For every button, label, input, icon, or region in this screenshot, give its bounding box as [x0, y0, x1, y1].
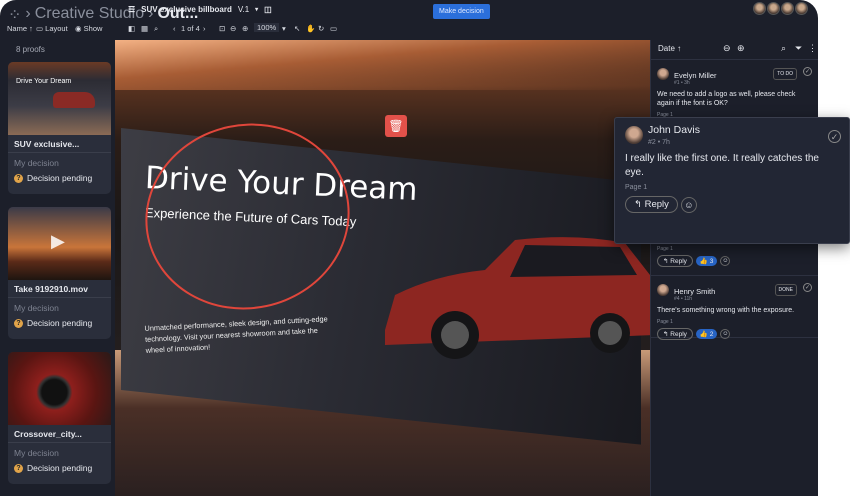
sort-by-date[interactable]: Date ↑ [658, 44, 681, 53]
layout-button[interactable]: ▭ Layout [36, 24, 68, 33]
proof-card[interactable]: Drive Your Dream SUV exclusive... My dec… [8, 62, 111, 194]
avatar [767, 2, 780, 15]
status-badge[interactable]: TO DO [773, 68, 797, 80]
status-badge[interactable]: DONE [775, 284, 797, 296]
more-icon[interactable]: ⋮ [808, 43, 817, 54]
comment-footer: Page 1 ↰ Reply👍 3☺ [651, 242, 818, 276]
comment-page: Page 1 [657, 319, 813, 325]
search-icon[interactable]: ⌕ [154, 24, 158, 34]
avatar [781, 2, 794, 15]
comment-author: Henry Smith [674, 287, 715, 296]
resolve-icon[interactable]: ✓ [803, 283, 812, 292]
avatar [625, 126, 643, 144]
comment-text: We need to add a logo as well, please ch… [657, 90, 813, 108]
proof-card[interactable]: Crossover_city... My decision ?Decision … [8, 352, 111, 484]
my-decision-label: My decision [8, 443, 111, 461]
collaborators[interactable] [753, 2, 808, 15]
rotate-icon[interactable]: ↻ [318, 24, 324, 33]
question-icon: ? [14, 174, 23, 183]
grid-icon[interactable]: ▦ [141, 24, 148, 33]
avatar [657, 284, 669, 296]
proof-name: Take 9192910.mov [8, 280, 111, 298]
emoji-icon[interactable]: ☺ [720, 329, 730, 339]
comment[interactable]: Henry Smith #4 • 11h DONE ✓ There's some… [651, 276, 818, 338]
proof-thumbnail: ▶ [8, 207, 111, 280]
ceiling-light [115, 40, 650, 90]
comments-panel: Date ↑ ⊖ ⊕ ⌕ ⏷ ⋮ Evelyn Miller #1 • 3h T… [650, 40, 818, 496]
file-title-bar: ☰ SUV exclusive billboard V.1▾ ◫ [128, 5, 272, 14]
decision-status[interactable]: ?Decision pending [8, 171, 111, 185]
comments-header: Date ↑ ⊖ ⊕ ⌕ ⏷ ⋮ [651, 40, 818, 60]
pointer-icon[interactable]: ↖ [294, 24, 300, 33]
proof-name: SUV exclusive... [8, 135, 111, 153]
comment-text: I really like the first one. It really c… [625, 152, 839, 180]
zoom-out-icon[interactable]: ⊖ [230, 24, 236, 33]
next-comment-icon[interactable]: ⊕ [737, 43, 745, 54]
ruler-icon[interactable]: ▭ [330, 24, 337, 33]
fit-icon[interactable]: ⊡ [219, 24, 225, 33]
comment-author: John Davis [648, 124, 700, 136]
search-icon[interactable]: ⌕ [781, 43, 786, 54]
proof-canvas[interactable]: Drive Your Dream Experience the Future o… [115, 40, 650, 496]
toolbar: Name ↑ ▭ Layout ◉ Show ◧ ▦ ⌕ ‹ 1 of 4 › … [0, 22, 818, 36]
prev-comment-icon[interactable]: ⊖ [723, 43, 731, 54]
avatar [657, 68, 669, 80]
play-icon[interactable]: ▶ [51, 231, 65, 252]
comment-page: Page 1 [657, 246, 813, 252]
emoji-icon[interactable]: ☺ [720, 256, 730, 266]
reply-button[interactable]: ↰ Reply [657, 328, 693, 340]
menu-icon[interactable]: ☰ [128, 5, 135, 14]
file-title: SUV exclusive billboard [141, 5, 232, 14]
proof-name: Crossover_city... [8, 425, 111, 443]
zoom-dropdown-icon[interactable]: ▾ [282, 24, 286, 33]
compare-icon[interactable]: ◫ [264, 5, 272, 14]
emoji-icon[interactable]: ☺ [681, 197, 697, 213]
comment-meta: #2 • 7h [648, 139, 670, 146]
comment-popover[interactable]: John Davis #2 • 7h ✓ I really like the f… [614, 117, 850, 244]
decision-status[interactable]: ?Decision pending [8, 316, 111, 330]
filter-icon[interactable]: ⏷ [795, 43, 802, 54]
my-decision-label: My decision [8, 153, 111, 171]
delete-annotation-button[interactable]: 🗑 [385, 115, 407, 137]
proofs-sidebar: 8 proofs Drive Your Dream SUV exclusive.… [0, 40, 115, 496]
proof-card[interactable]: ▶ Take 9192910.mov My decision ?Decision… [8, 207, 111, 339]
comment-text: There's something wrong with the exposur… [657, 306, 813, 315]
avatar [753, 2, 766, 15]
zoom-select[interactable]: 100% [254, 23, 279, 32]
comment-page: Page 1 [625, 184, 839, 191]
hand-icon[interactable]: ✋ [306, 24, 315, 33]
like-count[interactable]: 👍 2 [696, 329, 718, 339]
resolve-icon[interactable]: ✓ [803, 67, 812, 76]
app-window: ⁘› Creative Studio› Out... ☰ SUV exclusi… [0, 0, 818, 496]
like-count[interactable]: 👍 3 [696, 256, 718, 266]
question-icon: ? [14, 464, 23, 473]
prev-page[interactable]: ‹ [173, 24, 176, 33]
car-image [375, 235, 655, 365]
reply-button[interactable]: ↰ Reply [625, 196, 678, 213]
zoom-in-icon[interactable]: ⊕ [242, 24, 248, 33]
question-icon: ? [14, 319, 23, 328]
my-decision-label: My decision [8, 298, 111, 316]
proof-thumbnail: Drive Your Dream [8, 62, 111, 135]
make-decision-button[interactable]: Make decision [433, 4, 490, 19]
next-page[interactable]: › [203, 24, 206, 33]
avatar [795, 2, 808, 15]
thumb-headline: Drive Your Dream [16, 78, 71, 85]
decision-status[interactable]: ?Decision pending [8, 461, 111, 475]
page-indicator: 1 of 4 [181, 24, 200, 33]
version-select[interactable]: V.1 [238, 5, 249, 14]
show-button[interactable]: ◉ Show [75, 24, 102, 33]
reply-button[interactable]: ↰ Reply [657, 255, 693, 267]
sidebar-toggle-icon[interactable]: ◧ [128, 24, 135, 33]
comment-author: Evelyn Miller [674, 71, 717, 80]
proof-thumbnail [8, 352, 111, 425]
proof-count: 8 proofs [16, 45, 45, 54]
sort-by-name[interactable]: Name ↑ [7, 24, 33, 33]
resolve-icon[interactable]: ✓ [828, 130, 841, 143]
